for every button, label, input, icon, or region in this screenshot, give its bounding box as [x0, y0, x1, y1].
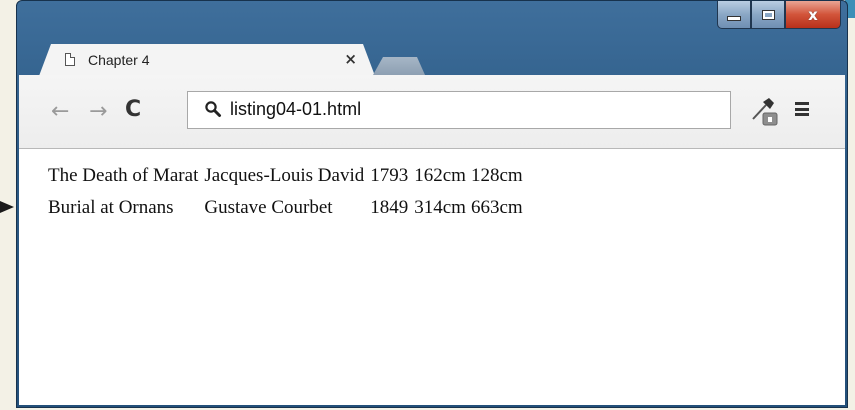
close-icon: x: [808, 5, 818, 24]
artwork-artist: Gustave Courbet: [204, 197, 333, 218]
artwork-artist: Jacques-Louis David: [204, 165, 365, 186]
reload-button[interactable]: C: [125, 97, 141, 122]
window-caption-buttons: x: [717, 1, 841, 31]
menu-icon[interactable]: [795, 102, 809, 116]
close-window-button[interactable]: x: [785, 1, 841, 29]
artwork-width: 162cm: [414, 165, 466, 186]
maximize-icon: [761, 9, 775, 20]
tab-close-button[interactable]: ×: [344, 50, 357, 68]
artwork-table: The Death of Marat Jacques-Louis David 1…: [45, 165, 525, 229]
artwork-title: Burial at Ornans: [48, 197, 174, 218]
page-content: The Death of Marat Jacques-Louis David 1…: [19, 149, 845, 405]
background-arrow-marker: [0, 201, 14, 213]
forward-button[interactable]: →: [89, 99, 107, 124]
table-row: Burial at Ornans Gustave Courbet 1849 31…: [45, 197, 525, 229]
maximize-button[interactable]: [751, 1, 785, 29]
browser-toolbar: ← → C listing04-01.html: [19, 75, 845, 149]
artwork-height: 663cm: [470, 197, 523, 218]
artwork-title: The Death of Marat: [48, 165, 199, 186]
table-row: The Death of Marat Jacques-Louis David 1…: [45, 165, 525, 197]
artwork-width: 314cm: [414, 197, 466, 218]
document-icon: [65, 53, 75, 66]
browser-window: x Chapter 4 × ← → C listing04-01.html Th…: [16, 0, 848, 408]
artwork-height: 128cm: [470, 165, 523, 186]
tab-chapter-4[interactable]: Chapter 4 ×: [39, 44, 375, 76]
artwork-year: 1849: [370, 197, 409, 218]
minimize-icon: [727, 16, 741, 21]
new-tab-button[interactable]: [373, 57, 425, 75]
back-button[interactable]: ←: [51, 99, 69, 124]
address-bar-value: listing04-01.html: [230, 99, 362, 119]
tab-title: Chapter 4: [88, 52, 150, 68]
artwork-year: 1793: [370, 165, 409, 186]
search-icon: [205, 101, 221, 117]
minimize-button[interactable]: [717, 1, 751, 29]
address-bar[interactable]: listing04-01.html: [187, 91, 731, 129]
eyedropper-icon[interactable]: [749, 95, 779, 127]
